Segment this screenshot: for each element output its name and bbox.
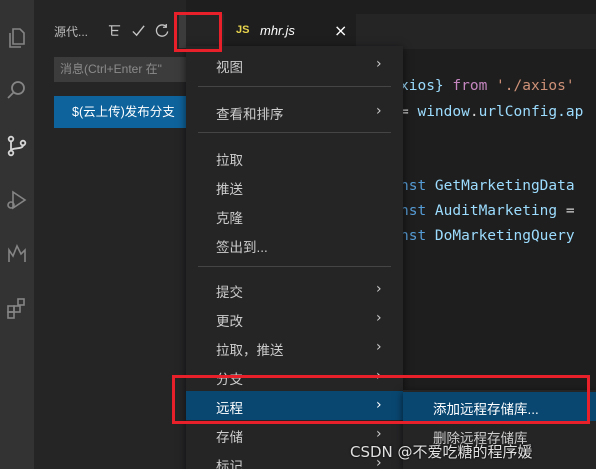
menu-item-label: 视图: [216, 60, 243, 75]
menu-item-label: 提交: [216, 285, 243, 300]
code-token: AuditMarketing: [434, 203, 566, 219]
menu-item-label: 标记: [216, 459, 243, 469]
highlight-box-more: [174, 12, 222, 52]
code-line: xios} from './axios': [400, 78, 575, 94]
chevron-right-icon: ›: [376, 103, 382, 119]
chevron-right-icon: ›: [376, 426, 382, 442]
view-as-tree-icon[interactable]: [104, 20, 124, 40]
code-token: nst: [400, 203, 435, 219]
code-token: urlConfig: [478, 104, 558, 120]
menu-item-label: 拉取: [216, 153, 243, 168]
code-token: .ap: [557, 104, 584, 120]
watermark: CSDN @不爱吃糖的程序媛: [350, 443, 533, 461]
menu-item[interactable]: 克隆: [186, 201, 403, 230]
menu-item-label: 更改: [216, 314, 243, 329]
code-line: nst GetMarketingData: [400, 178, 575, 194]
panel-title: 源代...: [54, 25, 89, 39]
code-line: = window.urlConfig.ap: [400, 104, 583, 120]
menu-item-label: 拉取，推送: [216, 343, 284, 358]
code-token: xios}: [400, 78, 453, 94]
code-line: nst AuditMarketing =: [400, 203, 575, 219]
code-token: =: [565, 203, 575, 219]
search-icon[interactable]: [0, 70, 34, 110]
editor-tab-bar: JS mhr.js ×: [186, 14, 596, 49]
menu-item[interactable]: 视图 ›: [186, 50, 403, 79]
highlight-box-remote: [172, 375, 590, 424]
code-token: window: [417, 104, 470, 120]
menu-item-label: 查看和排序: [216, 107, 284, 122]
menu-item[interactable]: 提交 ›: [186, 275, 403, 304]
js-file-icon: JS: [236, 24, 250, 36]
code-token: DoMarketingQuery: [434, 228, 575, 244]
source-control-icon[interactable]: [0, 126, 34, 166]
menu-item-label: 签出到...: [216, 240, 268, 255]
commit-message-input[interactable]: 消息(Ctrl+Enter 在": [54, 57, 190, 82]
menu-item[interactable]: 拉取: [186, 143, 403, 172]
source-control-panel: 源代... 消息(Ctrl+Enter 在" $(云上传)发布分支: [34, 0, 190, 469]
chevron-right-icon: ›: [376, 339, 382, 355]
close-icon[interactable]: ×: [334, 21, 347, 40]
chevron-right-icon: ›: [376, 281, 382, 297]
chevron-right-icon: ›: [376, 310, 382, 326]
source-control-header: 源代...: [34, 14, 186, 44]
code-token: './axios': [496, 78, 575, 94]
code-token: from: [452, 78, 497, 94]
activity-bar: [0, 0, 34, 469]
code-line: nst DoMarketingQuery: [400, 228, 575, 244]
menu-item-label: 克隆: [216, 211, 243, 226]
remote-explorer-icon[interactable]: [0, 234, 34, 274]
code-token: .: [469, 104, 479, 120]
menu-item[interactable]: 查看和排序 ›: [186, 97, 403, 126]
menu-item[interactable]: 更改 ›: [186, 304, 403, 333]
menu-item[interactable]: 拉取，推送 ›: [186, 333, 403, 362]
run-debug-icon[interactable]: [0, 180, 34, 220]
refresh-icon[interactable]: [152, 20, 172, 40]
explorer-icon[interactable]: [0, 18, 34, 58]
commit-check-icon[interactable]: [128, 20, 148, 40]
code-token: nst: [400, 228, 435, 244]
menu-item[interactable]: 推送: [186, 172, 403, 201]
publish-branch-button[interactable]: $(云上传)发布分支: [54, 96, 190, 128]
menu-item-label: 推送: [216, 182, 243, 197]
code-token: GetMarketingData: [434, 178, 575, 194]
extensions-icon[interactable]: [0, 288, 34, 328]
menu-separator: [198, 266, 391, 267]
menu-separator: [198, 86, 391, 87]
tab-filename: mhr.js: [260, 23, 295, 38]
chevron-right-icon: ›: [376, 56, 382, 72]
code-token: nst: [400, 178, 435, 194]
menu-item-label: 存储: [216, 430, 243, 445]
menu-separator: [198, 132, 391, 133]
menu-item[interactable]: 签出到...: [186, 230, 403, 259]
tab-mhr-js[interactable]: JS mhr.js ×: [224, 14, 356, 49]
